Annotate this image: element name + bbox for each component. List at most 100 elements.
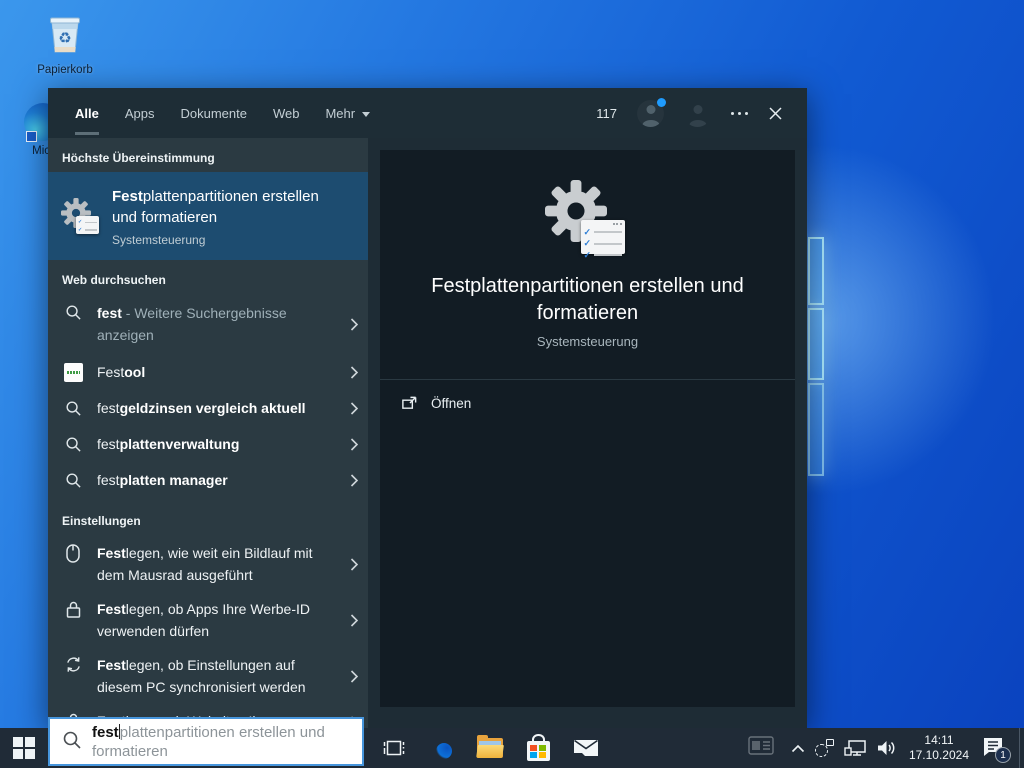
- open-action[interactable]: Öffnen: [380, 380, 795, 427]
- web-result-festplatten-manager[interactable]: festplatten manager: [48, 462, 368, 498]
- close-icon[interactable]: [768, 106, 783, 121]
- shortcut-overlay-icon: [26, 131, 37, 142]
- search-icon: [62, 730, 84, 760]
- search-icon: [63, 304, 83, 321]
- taskbar-app-icons: [370, 728, 610, 768]
- open-label: Öffnen: [431, 396, 471, 411]
- search-input[interactable]: festplattenpartitionen erstellen und for…: [48, 717, 364, 766]
- secondary-avatar-icon[interactable]: [684, 100, 711, 127]
- wallpaper-window-pane: [808, 308, 824, 380]
- result-text: Festool: [97, 361, 340, 383]
- result-text: Festlegen, wie weit ein Bildlauf mit dem…: [97, 542, 340, 586]
- result-text: festplatten manager: [97, 469, 340, 491]
- windows-search-panel: Alle Apps Dokumente Web Mehr 117: [48, 88, 807, 728]
- task-view-icon: [383, 738, 405, 758]
- sync-icon: [63, 656, 83, 673]
- open-external-icon: [401, 395, 418, 412]
- chevron-right-icon: [340, 318, 358, 331]
- network-button[interactable]: [839, 728, 871, 768]
- search-icon: [63, 400, 83, 417]
- file-explorer-button[interactable]: [466, 728, 514, 768]
- preview-pane-outer: ✓ ✓ ✓ Festplattenpartitionen erstellen u…: [368, 138, 807, 728]
- chevron-right-icon: [340, 614, 358, 627]
- web-result-festplattenverwaltung[interactable]: festplattenverwaltung: [48, 426, 368, 462]
- disk-management-icon-large: ✓ ✓ ✓: [545, 180, 631, 254]
- search-icon: [63, 472, 83, 489]
- web-result-festgeldzinsen[interactable]: festgeldzinsen vergleich aktuell: [48, 390, 368, 426]
- chevron-right-icon: [340, 366, 358, 379]
- volume-button[interactable]: [871, 728, 901, 768]
- chevron-right-icon: [340, 558, 358, 571]
- preview-subtitle: Systemsteuerung: [537, 334, 638, 349]
- show-desktop-button[interactable]: [1019, 728, 1024, 768]
- search-icon: [63, 436, 83, 453]
- svg-text:♻: ♻: [58, 30, 71, 47]
- mouse-icon: [63, 544, 83, 563]
- chevron-right-icon: [340, 670, 358, 683]
- section-web-search: Web durchsuchen: [62, 273, 354, 287]
- tray-sync-button[interactable]: [810, 728, 839, 768]
- result-text: Festlegen, ob Einstellungen auf diesem P…: [97, 654, 340, 698]
- header-right-cluster: 117: [596, 100, 783, 127]
- chevron-down-icon: [362, 112, 370, 117]
- preview-pane: ✓ ✓ ✓ Festplattenpartitionen erstellen u…: [380, 150, 795, 707]
- tab-alle[interactable]: Alle: [75, 88, 99, 138]
- start-button[interactable]: [0, 728, 48, 768]
- edge-icon: [429, 735, 455, 761]
- chevron-right-icon: [340, 474, 358, 487]
- search-filter-tabs: Alle Apps Dokumente Web Mehr: [75, 88, 370, 138]
- tab-web[interactable]: Web: [273, 88, 300, 138]
- result-text: Festlegen, ob Apps Ihre Werbe-ID verwend…: [97, 598, 340, 642]
- sync-device-icon: [815, 739, 834, 757]
- recycle-bin-label: Papierkorb: [28, 64, 102, 76]
- notification-count-badge: 1: [995, 747, 1011, 763]
- result-text: festplattenverwaltung: [97, 433, 340, 455]
- web-result-festool[interactable]: Festool: [48, 354, 368, 390]
- chevron-right-icon: [340, 438, 358, 451]
- screen: ♻ Papierkorb Micr Alle Apps Dokumente We…: [0, 0, 1024, 768]
- chevron-right-icon: [340, 402, 358, 415]
- edge-taskbar-button[interactable]: [418, 728, 466, 768]
- notification-dot: [657, 98, 666, 107]
- store-button[interactable]: [514, 728, 562, 768]
- search-header: Alle Apps Dokumente Web Mehr 117: [48, 88, 807, 138]
- setting-result-sync[interactable]: Festlegen, ob Einstellungen auf diesem P…: [48, 647, 368, 703]
- user-avatar[interactable]: [637, 100, 664, 127]
- tray-chevron-up[interactable]: [786, 728, 810, 768]
- taskbar-clock[interactable]: 14:11 17.10.2024: [901, 733, 977, 763]
- task-view-button[interactable]: [370, 728, 418, 768]
- search-text: festplattenpartitionen erstellen und for…: [92, 723, 354, 760]
- lock-icon: [63, 600, 83, 618]
- windows-logo-icon: [13, 737, 35, 759]
- best-match-result[interactable]: ✓ ✓ Festplattenpartitionen erstellen und…: [48, 172, 368, 260]
- action-center-button[interactable]: 1: [981, 736, 1007, 760]
- file-explorer-icon: [477, 738, 503, 758]
- clock-time: 14:11: [909, 733, 969, 748]
- disk-management-icon: ✓ ✓: [61, 198, 99, 234]
- tab-apps[interactable]: Apps: [125, 88, 155, 138]
- setting-result-mousewheel[interactable]: Festlegen, wie weit ein Bildlauf mit dem…: [48, 535, 368, 591]
- result-text: fest - Weitere Suchergebnisse anzeigen: [97, 302, 340, 346]
- recycle-bin-desktop-icon[interactable]: ♻ Papierkorb: [28, 10, 102, 76]
- clock-date: 17.10.2024: [909, 748, 969, 763]
- microsoft-store-icon: [527, 741, 550, 761]
- setting-result-advertising-id[interactable]: Festlegen, ob Apps Ihre Werbe-ID verwend…: [48, 591, 368, 647]
- result-text: festgeldzinsen vergleich aktuell: [97, 397, 340, 419]
- rewards-points: 117: [596, 106, 617, 121]
- more-options-icon[interactable]: [731, 112, 748, 115]
- best-match-title: Festplattenpartitionen erstellen und for…: [112, 186, 322, 228]
- section-settings: Einstellungen: [62, 514, 354, 528]
- news-widget-icon[interactable]: [748, 736, 774, 760]
- tab-mehr[interactable]: Mehr: [325, 88, 370, 138]
- search-results-list: Höchste Übereinstimmung: [48, 138, 368, 728]
- chevron-up-icon: [791, 744, 805, 753]
- best-match-subtitle: Systemsteuerung: [112, 233, 322, 247]
- web-result-fest[interactable]: fest - Weitere Suchergebnisse anzeigen: [48, 294, 368, 354]
- wallpaper-window-pane: [808, 383, 824, 476]
- tab-dokumente[interactable]: Dokumente: [180, 88, 246, 138]
- mail-button[interactable]: [562, 728, 610, 768]
- system-tray: 14:11 17.10.2024 1: [748, 728, 1024, 768]
- mail-icon: [573, 739, 599, 757]
- wallpaper-window-pane: [808, 237, 824, 305]
- recycle-bin-icon: ♻: [42, 10, 88, 56]
